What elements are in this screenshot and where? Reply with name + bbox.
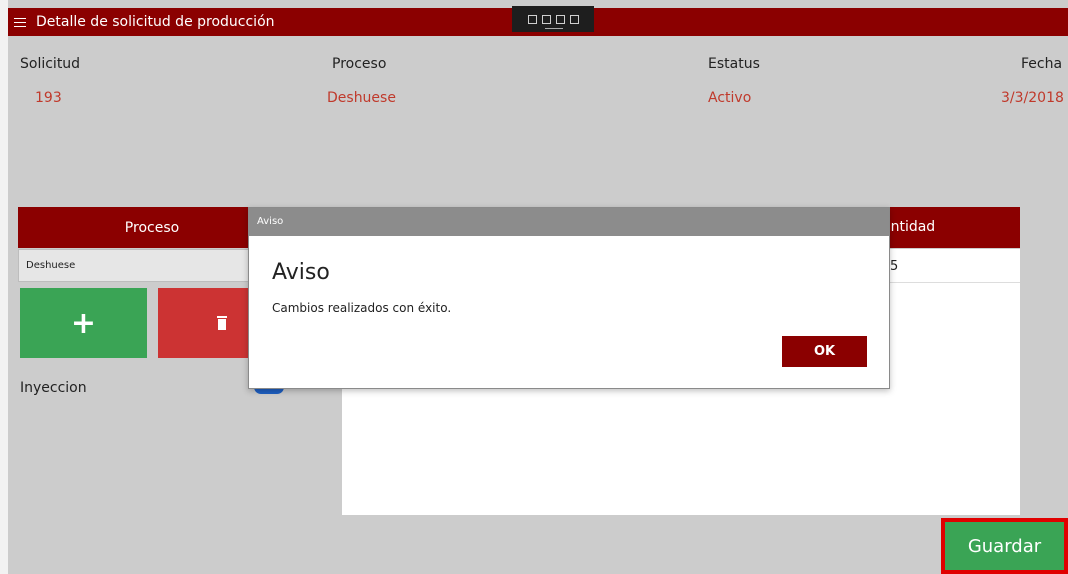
inyeccion-label: Inyeccion [20,380,87,396]
dialog-message: Cambios realizados con éxito. [272,301,452,315]
solicitud-label: Solicitud [20,56,81,72]
aviso-dialog: Aviso Aviso Cambios realizados con éxito… [248,207,890,389]
page-title: Detalle de solicitud de producción [36,14,275,30]
estatus-label: Estatus [708,56,760,72]
proceso-value: Deshuese [327,90,396,106]
top-bar: Detalle de solicitud de producción [8,6,1068,36]
proceso-label: Proceso [332,56,387,72]
toolbar-collapse-handle[interactable] [545,28,563,29]
guardar-highlight: Guardar [941,518,1068,574]
estatus-value: Activo [708,90,752,106]
plus-icon: + [70,305,97,341]
dialog-heading: Aviso [272,260,330,285]
solicitud-value: 193 [35,90,62,106]
trash-icon [216,316,227,330]
add-button[interactable]: + [20,288,147,358]
cantidad-cell[interactable]: 5 [890,259,898,274]
proceso-column-header: Proceso [18,207,286,248]
binding-failures-icon[interactable] [569,14,579,24]
fecha-value: 3/3/2018 [1001,90,1064,106]
hamburger-menu-icon[interactable] [14,17,26,27]
select-element-icon[interactable] [527,14,537,24]
ok-button[interactable]: OK [782,336,867,367]
track-focus-icon[interactable] [555,14,565,24]
guardar-button[interactable]: Guardar [945,522,1064,570]
display-layout-icon[interactable] [541,14,551,24]
fecha-label: Fecha [1021,56,1063,72]
debug-toolbar[interactable] [512,6,594,32]
proceso-list-item[interactable]: Deshuese [18,249,286,282]
dialog-titlebar: Aviso [249,208,889,236]
